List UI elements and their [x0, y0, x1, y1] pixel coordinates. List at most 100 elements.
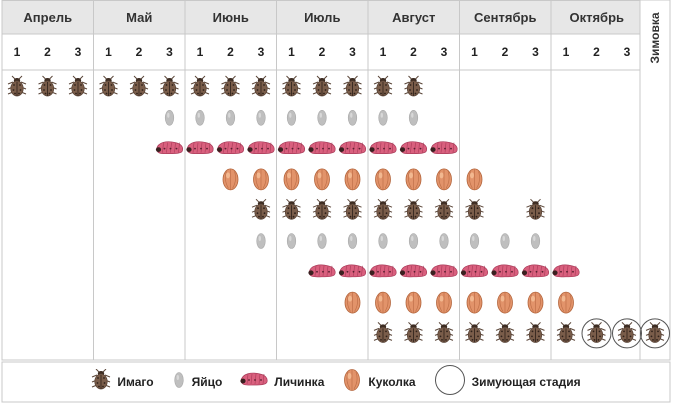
imago-mark: [556, 322, 576, 343]
decade-label: 2: [502, 45, 509, 59]
egg-mark: [408, 233, 419, 249]
imago-mark: [587, 322, 606, 343]
egg-mark: [469, 233, 480, 249]
egg-mark: [317, 233, 327, 249]
egg-mark: [256, 233, 266, 249]
egg-mark: [378, 233, 388, 249]
legend-label-imago: Имаго: [117, 375, 154, 389]
month-label: Сентябрь: [474, 10, 536, 25]
imago-mark: [343, 198, 362, 220]
calendar-grid: Апрель 1 2 3 Май 1 2 3 Июнь 1 2 3 Июль 1 2 3 Август 1 2 3 Се…: [1, 0, 671, 403]
imago-mark: [38, 75, 57, 97]
legend-item-imago: Имаго: [91, 368, 154, 396]
larva-mark: [338, 141, 367, 155]
decade-label: 3: [258, 45, 265, 59]
egg-mark: [530, 233, 541, 249]
month-label: Июнь: [213, 10, 249, 25]
imago-mark: [526, 198, 545, 220]
larva-mark: [338, 264, 367, 278]
decade-label: 3: [166, 45, 173, 59]
imago-mark: [221, 75, 240, 97]
imago-mark: [129, 75, 149, 97]
legend-item-larva: Личинка: [240, 369, 324, 396]
overwinter-circle-icon: [434, 364, 466, 401]
decade-label: 2: [44, 45, 51, 59]
egg-mark: [408, 110, 419, 126]
imago-mark: [465, 198, 484, 220]
imago-mark: [99, 75, 118, 97]
decade-label: 1: [197, 45, 204, 59]
month-label: Август: [392, 10, 435, 25]
pupa-mark: [222, 168, 239, 191]
larva-mark: [491, 264, 519, 278]
imago-mark: [312, 198, 332, 220]
phenology-calendar: Апрель 1 2 3 Май 1 2 3 Июнь 1 2 3 Июль 1 2 3 Август 1 2 3 Се…: [0, 0, 673, 405]
imago-mark: [282, 198, 301, 220]
pupa-mark: [558, 291, 574, 314]
imago-mark: [373, 198, 393, 220]
decade-label: 1: [380, 45, 387, 59]
egg-mark: [195, 110, 205, 126]
pupa-mark: [314, 168, 330, 191]
decade-label: 1: [288, 45, 295, 59]
pupa-mark: [527, 291, 544, 314]
egg-icon: [172, 369, 186, 396]
larva-mark: [430, 264, 458, 278]
egg-mark: [225, 110, 236, 126]
egg-mark: [286, 110, 297, 126]
egg-mark: [164, 110, 175, 126]
larva-mark: [308, 141, 336, 155]
imago-mark: [68, 75, 88, 97]
decade-label: 2: [136, 45, 143, 59]
larva-mark: [277, 141, 306, 155]
pupa-mark: [344, 291, 361, 314]
month-label: Апрель: [23, 10, 72, 25]
imago-mark: [434, 198, 454, 220]
imago-mark: [495, 322, 515, 343]
larva-mark: [247, 141, 275, 155]
legend-label-pupa: Куколка: [368, 375, 416, 389]
decade-label: 2: [227, 45, 234, 59]
imago-mark: [343, 75, 362, 97]
larva-mark: [552, 264, 580, 278]
pupa-mark: [436, 291, 452, 314]
larva-mark: [399, 141, 428, 155]
egg-mark: [347, 110, 358, 126]
larva-mark: [521, 264, 550, 278]
month-label: Октябрь: [569, 10, 624, 25]
pupa-mark: [466, 168, 483, 191]
pupa-mark: [253, 168, 269, 191]
egg-mark: [378, 110, 388, 126]
egg-mark: [347, 233, 358, 249]
legend-item-overwinter: Зимующая стадия: [434, 364, 581, 401]
imago-mark: [251, 75, 271, 97]
egg-mark: [256, 110, 266, 126]
legend-label-egg: Яйцо: [191, 375, 223, 389]
imago-mark: [282, 75, 301, 97]
larva-mark: [399, 264, 428, 278]
imago-mark: [373, 322, 393, 343]
larva-mark: [369, 141, 397, 155]
imago-mark: [7, 75, 27, 97]
legend: Имаго Яйцо Личинка Куколка Зимующая стад…: [2, 362, 670, 402]
imago-icon: [91, 368, 111, 396]
legend-item-egg: Яйцо: [172, 369, 223, 396]
egg-mark: [439, 233, 449, 249]
larva-mark: [186, 141, 214, 155]
winter-label: Зимовка: [648, 12, 662, 63]
larva-mark: [460, 264, 489, 278]
month-label: Июль: [304, 10, 340, 25]
imago-mark: [526, 322, 545, 343]
decade-label: 2: [593, 45, 600, 59]
larva-icon: [240, 369, 268, 396]
imago-mark: [404, 75, 423, 97]
imago-mark: [251, 198, 271, 220]
decade-label: 1: [14, 45, 21, 59]
legend-label-larva: Личинка: [274, 375, 325, 389]
pupa-mark: [375, 291, 391, 314]
decade-label: 2: [319, 45, 326, 59]
pupa-mark: [436, 168, 452, 191]
pupa-mark: [405, 168, 422, 191]
egg-mark: [286, 233, 297, 249]
pupa-mark: [405, 291, 422, 314]
